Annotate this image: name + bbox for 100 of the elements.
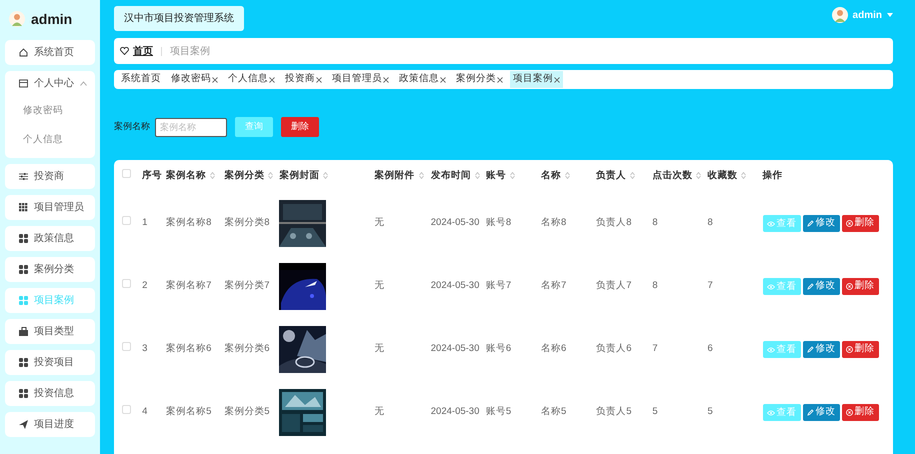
close-icon bbox=[440, 76, 446, 82]
sidebar-item[interactable]: 投资项目 bbox=[5, 350, 95, 375]
submenu-item[interactable]: 修改密码 bbox=[5, 96, 95, 125]
checkbox[interactable] bbox=[122, 405, 131, 414]
search-field[interactable]: 案例名称 bbox=[155, 118, 227, 136]
window-icon bbox=[19, 79, 28, 88]
table-cell: 案例名称5 bbox=[166, 406, 212, 418]
checkbox[interactable] bbox=[122, 168, 131, 178]
edit-button[interactable]: 修改 bbox=[802, 340, 840, 358]
eye-icon bbox=[766, 220, 775, 227]
close-icon bbox=[554, 76, 560, 82]
grid-icon bbox=[19, 358, 28, 367]
tab[interactable]: 项目管理员 bbox=[329, 71, 392, 88]
column-header: 发布时间 bbox=[430, 170, 471, 181]
sidebar-item[interactable]: 个人中心 bbox=[5, 71, 95, 96]
caret-down-icon bbox=[887, 13, 893, 17]
sliders-icon bbox=[19, 172, 28, 181]
table-cell: 7 bbox=[652, 343, 658, 354]
table-cell: 负责人5 bbox=[596, 406, 632, 418]
table-cell: 负责人8 bbox=[596, 217, 632, 228]
table-cell: 2024-05-30 bbox=[430, 406, 480, 418]
close-circle-icon bbox=[846, 408, 853, 416]
close-icon bbox=[497, 76, 503, 82]
table-cell: 账号6 bbox=[486, 343, 512, 354]
breadcrumb-current: 项目案例 bbox=[170, 44, 210, 58]
pencil-icon bbox=[806, 282, 814, 290]
delete-button[interactable]: 删除 bbox=[842, 404, 879, 421]
user-name: admin bbox=[31, 10, 72, 28]
column-header: 名称 bbox=[541, 170, 562, 181]
eye-icon bbox=[766, 410, 775, 416]
tab[interactable]: 系统首页 bbox=[118, 71, 164, 88]
edit-button[interactable]: 修改 bbox=[802, 404, 840, 421]
delete-button[interactable]: 删除 bbox=[842, 278, 879, 295]
sidebar-item[interactable]: 项目类型 bbox=[5, 319, 95, 344]
eye-icon bbox=[766, 284, 775, 290]
delete-button[interactable]: 删除 bbox=[842, 340, 879, 358]
tab[interactable]: 投资商 bbox=[282, 71, 325, 88]
grid-icon bbox=[19, 265, 28, 274]
briefcase-icon bbox=[19, 327, 28, 336]
table-cell: 5 bbox=[707, 406, 713, 418]
sidebar-item[interactable]: 项目管理员 bbox=[5, 195, 95, 220]
table-cell: 负责人6 bbox=[596, 343, 632, 354]
checkbox[interactable] bbox=[122, 279, 131, 288]
column-header: 案例名称 bbox=[166, 170, 206, 181]
table-cell: 名称6 bbox=[541, 343, 566, 354]
field-label: 案例名称 bbox=[114, 120, 150, 134]
table-cell: 名称7 bbox=[541, 280, 566, 292]
table-cell: 名称8 bbox=[541, 217, 566, 228]
table-cell: 账号8 bbox=[486, 217, 512, 228]
tab[interactable]: 个人信息 bbox=[225, 71, 278, 88]
sidebar-item[interactable]: 案例分类 bbox=[5, 257, 95, 282]
table-cell: 负责人7 bbox=[596, 280, 632, 292]
table-cell: 2 bbox=[142, 280, 148, 292]
delete-button[interactable]: 删除 bbox=[842, 214, 879, 232]
system-title: 汉中市项目投资管理系统 bbox=[114, 6, 244, 31]
grid-icon bbox=[19, 234, 28, 243]
pencil-icon bbox=[806, 408, 814, 416]
sidebar-item[interactable]: 政策信息 bbox=[5, 226, 95, 251]
tab[interactable]: 案例分类 bbox=[453, 71, 506, 88]
table-cell: 4 bbox=[142, 406, 148, 418]
sidebar-item[interactable]: 系统首页 bbox=[5, 40, 95, 65]
close-icon bbox=[383, 76, 389, 82]
table-cell: 案例名称8 bbox=[166, 217, 212, 228]
paper-plane-icon bbox=[19, 420, 28, 429]
column-header: 案例分类 bbox=[224, 170, 264, 181]
edit-button[interactable]: 修改 bbox=[802, 214, 840, 232]
submenu-item[interactable]: 个人信息 bbox=[5, 125, 95, 154]
column-header: 点击次数 bbox=[652, 170, 692, 181]
sidebar-item[interactable]: 投资信息 bbox=[5, 381, 95, 406]
checkbox[interactable] bbox=[122, 216, 131, 226]
table-cell: 账号7 bbox=[486, 280, 512, 292]
delete-button[interactable]: 删除 bbox=[281, 117, 319, 137]
table-cell: 7 bbox=[707, 280, 713, 292]
column-header: 序号 bbox=[142, 170, 162, 181]
table-cell: 案例名称7 bbox=[166, 280, 212, 292]
table-cell: 2024-05-30 bbox=[430, 217, 480, 228]
close-icon bbox=[316, 76, 322, 82]
table-cell: 无 bbox=[374, 280, 385, 292]
column-header: 收藏数 bbox=[707, 170, 738, 181]
checkbox[interactable] bbox=[122, 342, 131, 352]
close-circle-icon bbox=[846, 346, 853, 353]
grid-icon bbox=[19, 203, 28, 212]
close-icon bbox=[269, 76, 275, 82]
table-cell: 1 bbox=[142, 217, 148, 228]
column-header: 操作 bbox=[762, 170, 783, 181]
avatar-icon bbox=[9, 11, 25, 27]
edit-button[interactable]: 修改 bbox=[802, 278, 840, 295]
column-header: 负责人 bbox=[596, 170, 626, 181]
tab[interactable]: 政策信息 bbox=[396, 71, 449, 88]
grid-icon bbox=[19, 296, 28, 305]
avatar-icon bbox=[832, 7, 848, 23]
sidebar-item[interactable]: 项目进度 bbox=[5, 412, 95, 437]
breadcrumb-link[interactable]: 首页 bbox=[133, 44, 153, 58]
column-header: 案例封面 bbox=[279, 170, 320, 181]
tab[interactable]: 修改密码 bbox=[168, 71, 221, 88]
pencil-icon bbox=[806, 346, 814, 353]
close-icon bbox=[212, 76, 218, 82]
tab[interactable]: 项目案例 bbox=[510, 71, 563, 88]
sidebar-item[interactable]: 投资商 bbox=[5, 164, 95, 189]
table-cell: 3 bbox=[142, 343, 148, 354]
